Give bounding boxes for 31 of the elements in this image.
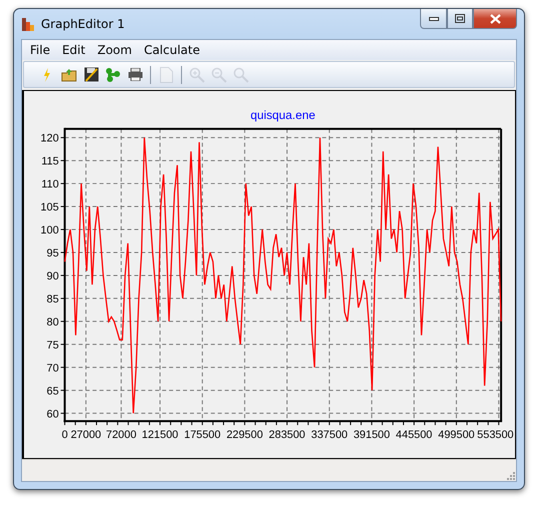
y-tick-label: 70 xyxy=(46,362,59,374)
menu-item[interactable]: Edit xyxy=(56,43,92,57)
chart-title: quisqua.ene xyxy=(250,108,316,122)
menu-item[interactable]: File xyxy=(24,43,56,57)
menu-item[interactable]: Zoom xyxy=(91,43,138,57)
menu-item[interactable]: Calculate xyxy=(138,43,206,57)
x-tick-label: 175500 xyxy=(184,429,221,441)
x-tick-label: 229500 xyxy=(226,429,263,441)
y-tick-label: 110 xyxy=(41,178,59,191)
x-tick-label: 445500 xyxy=(396,429,432,441)
y-tick-label: 115 xyxy=(41,156,59,168)
y-tick-label: 100 xyxy=(40,224,59,236)
x-tick-label: 121500 xyxy=(142,429,178,441)
x-tick-label: 337500 xyxy=(311,429,348,441)
x-tick-label: 283500 xyxy=(268,429,306,441)
x-tick-label: 499500 xyxy=(438,429,475,441)
y-tick-label: 65 xyxy=(46,385,59,398)
x-tick-label: 553500 xyxy=(477,429,514,441)
y-tick-label: 85 xyxy=(46,293,59,306)
y-tick-label: 60 xyxy=(46,408,59,420)
x-tick-label: 0 xyxy=(62,429,68,441)
x-tick-label: 27000 xyxy=(70,429,102,441)
x-tick-label: 391500 xyxy=(353,429,390,441)
y-tick-label: 75 xyxy=(46,339,59,352)
y-tick-label: 105 xyxy=(40,202,59,214)
y-tick-label: 80 xyxy=(46,316,59,328)
y-tick-label: 90 xyxy=(46,270,59,282)
x-tick-label: 72000 xyxy=(106,429,136,441)
y-tick-label: 95 xyxy=(46,247,59,260)
window-title: GraphEditor 1 xyxy=(41,17,126,31)
y-tick-label: 120 xyxy=(40,132,59,145)
